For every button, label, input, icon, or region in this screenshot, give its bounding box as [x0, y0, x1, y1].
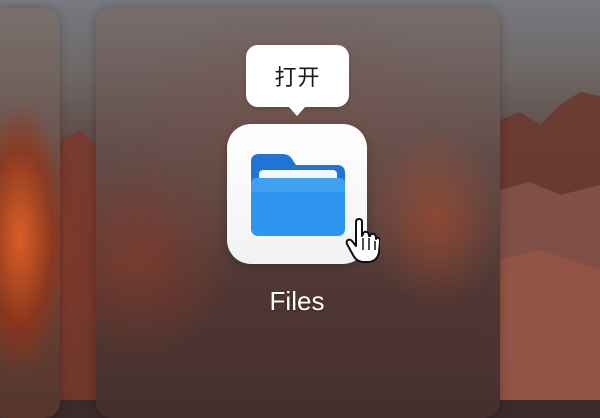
hand-pointer-icon	[345, 218, 380, 263]
side-app-card[interactable]	[0, 8, 60, 418]
folder-icon	[251, 154, 345, 236]
tooltip-text: 打开	[274, 66, 321, 91]
app-label: Files	[269, 286, 325, 316]
open-tooltip: 打开	[246, 45, 349, 116]
